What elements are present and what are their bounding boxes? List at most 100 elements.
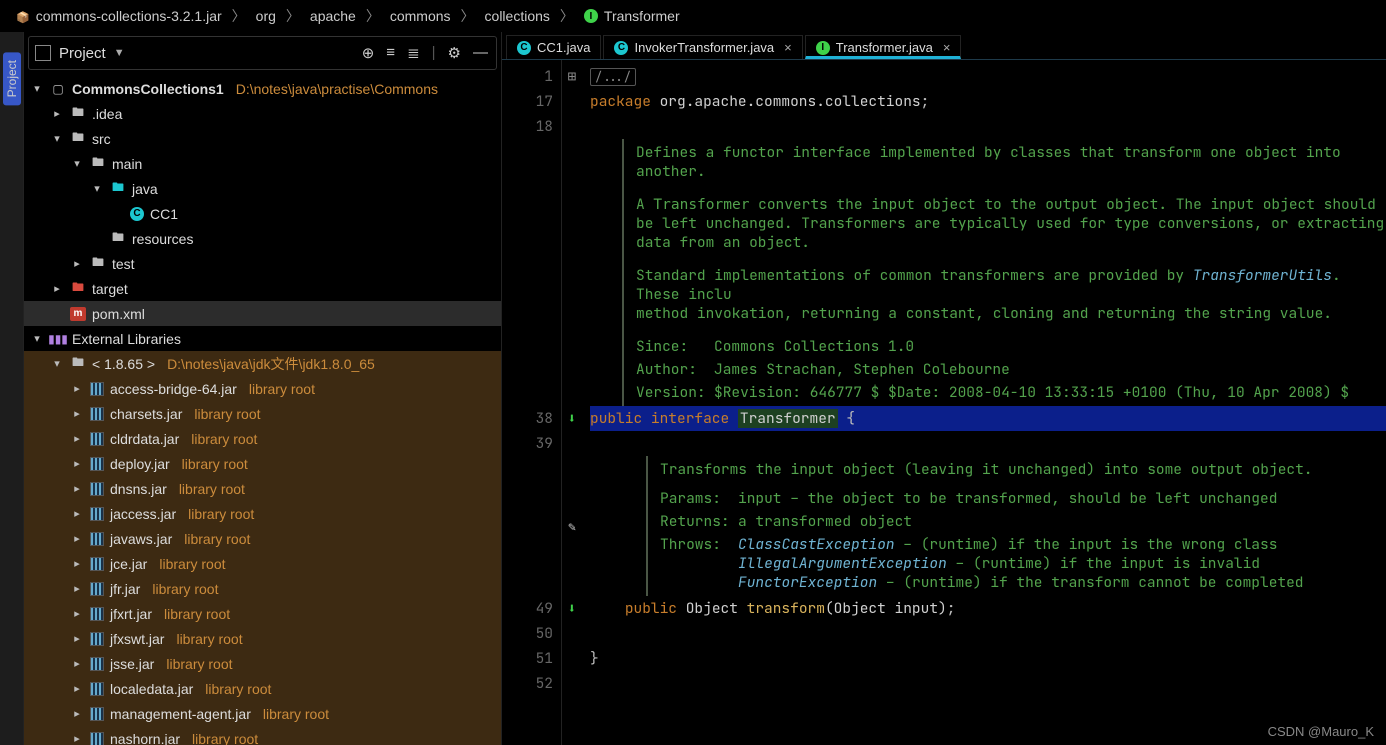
- tab-transformer[interactable]: I Transformer.java ×: [805, 35, 962, 59]
- tree-lib-jar[interactable]: ▸jfxrt.jarlibrary root: [24, 601, 501, 626]
- chevron-right-icon[interactable]: ▸: [70, 382, 84, 395]
- crumb-apache[interactable]: apache: [304, 6, 362, 26]
- chevron-right-icon[interactable]: ▸: [70, 732, 84, 745]
- chevron-down-icon[interactable]: ▾: [70, 157, 84, 170]
- library-icon: [90, 582, 104, 596]
- project-toolwindow-tab[interactable]: Project: [3, 52, 21, 105]
- chevron-right-icon: 〉: [461, 6, 475, 26]
- tree-suffix: library root: [179, 481, 245, 497]
- crumb-jar[interactable]: commons-collections-3.2.1.jar: [10, 6, 228, 26]
- chevron-right-icon[interactable]: ▸: [70, 657, 84, 670]
- doc-link[interactable]: FunctorException: [738, 573, 877, 592]
- chevron-down-icon[interactable]: ▾: [50, 132, 64, 145]
- chevron-right-icon[interactable]: ▸: [70, 457, 84, 470]
- chevron-right-icon: 〉: [366, 6, 380, 26]
- tree-folder-target[interactable]: ▸ 🖿 target: [24, 276, 501, 301]
- project-title[interactable]: Project: [59, 45, 106, 62]
- tree-lib-jar[interactable]: ▸jce.jarlibrary root: [24, 551, 501, 576]
- tree-external-libs[interactable]: ▾ ▮▮▮ External Libraries: [24, 326, 501, 351]
- doc-text: – (runtime) if the input is invalid: [947, 554, 1260, 573]
- tree-lib-jar[interactable]: ▸charsets.jarlibrary root: [24, 401, 501, 426]
- chevron-right-icon[interactable]: ▸: [70, 582, 84, 595]
- expand-all-icon[interactable]: ≡: [386, 44, 395, 62]
- close-icon[interactable]: ×: [784, 40, 792, 55]
- tree-label: javaws.jar: [110, 531, 172, 547]
- tree-folder-idea[interactable]: ▸ 🖿 .idea: [24, 101, 501, 126]
- hide-icon[interactable]: —: [473, 44, 488, 62]
- tree-jdk[interactable]: ▾ 🖿 < 1.8.65 > D:\notes\java\jdk文件\jdk1.…: [24, 351, 501, 376]
- tree-lib-jar[interactable]: ▸access-bridge-64.jarlibrary root: [24, 376, 501, 401]
- crumb-commons[interactable]: commons: [384, 6, 457, 26]
- tree-lib-jar[interactable]: ▸jfr.jarlibrary root: [24, 576, 501, 601]
- gear-icon[interactable]: ⚙: [448, 44, 461, 62]
- chevron-right-icon[interactable]: ▸: [70, 682, 84, 695]
- chevron-down-icon[interactable]: ▾: [30, 332, 44, 345]
- tree-lib-jar[interactable]: ▸dnsns.jarlibrary root: [24, 476, 501, 501]
- collapse-all-icon[interactable]: ≣: [407, 44, 420, 62]
- tree-lib-jar[interactable]: ▸deploy.jarlibrary root: [24, 451, 501, 476]
- tree-module[interactable]: ▾ ▢ CommonsCollections1 D:\notes\java\pr…: [24, 76, 501, 101]
- crumb-collections[interactable]: collections: [479, 6, 556, 26]
- tree-lib-jar[interactable]: ▸nashorn.jarlibrary root: [24, 726, 501, 745]
- line-gutter[interactable]: 11718383949505152: [502, 60, 562, 745]
- chevron-right-icon[interactable]: ▸: [70, 532, 84, 545]
- doc-link[interactable]: ClassCastException: [738, 535, 895, 554]
- chevron-right-icon[interactable]: ▸: [70, 407, 84, 420]
- chevron-right-icon[interactable]: ▸: [70, 707, 84, 720]
- locate-icon[interactable]: ⊕: [362, 44, 375, 62]
- implemented-icon[interactable]: ⬇: [568, 600, 576, 618]
- chevron-right-icon[interactable]: ▸: [50, 282, 64, 295]
- chevron-right-icon[interactable]: ▸: [70, 557, 84, 570]
- tab-label: CC1.java: [537, 40, 590, 55]
- tab-cc1[interactable]: C CC1.java: [506, 35, 601, 59]
- tree-folder-resources[interactable]: ▸ 🖿 resources: [24, 226, 501, 251]
- doc-link[interactable]: IllegalArgumentException: [738, 554, 947, 573]
- chevron-right-icon[interactable]: ▸: [70, 632, 84, 645]
- fold-ellipsis[interactable]: /.../: [590, 68, 636, 86]
- chevron-right-icon[interactable]: ▸: [50, 107, 64, 120]
- chevron-down-icon[interactable]: ▼: [114, 47, 125, 59]
- library-icon: [90, 532, 104, 546]
- tree-suffix: library root: [182, 456, 248, 472]
- close-icon[interactable]: ×: [943, 40, 951, 55]
- doc-link[interactable]: TransformerUtils: [1193, 266, 1332, 285]
- code-editor[interactable]: 11718383949505152 ⊞ ⬇ ✎ ⬇ /.../ package org…: [502, 60, 1386, 745]
- implemented-icon[interactable]: ⬇: [568, 410, 576, 428]
- tree-folder-test[interactable]: ▸ 🖿 test: [24, 251, 501, 276]
- tab-invoker[interactable]: C InvokerTransformer.java ×: [603, 35, 802, 59]
- tree-folder-main[interactable]: ▾ 🖿 main: [24, 151, 501, 176]
- library-icon: [90, 407, 104, 421]
- tree-lib-jar[interactable]: ▸management-agent.jarlibrary root: [24, 701, 501, 726]
- tree-lib-jar[interactable]: ▸cldrdata.jarlibrary root: [24, 426, 501, 451]
- tree-lib-jar[interactable]: ▸jaccess.jarlibrary root: [24, 501, 501, 526]
- tree-folder-java[interactable]: ▾ 🖿 java: [24, 176, 501, 201]
- chevron-right-icon[interactable]: ▸: [70, 432, 84, 445]
- code-content[interactable]: /.../ package org.apache.commons.collect…: [582, 60, 1386, 745]
- tree-label: jfxrt.jar: [110, 606, 152, 622]
- chevron-down-icon[interactable]: ▾: [30, 82, 44, 95]
- tree-lib-jar[interactable]: ▸localedata.jarlibrary root: [24, 676, 501, 701]
- gutter-marks[interactable]: ⊞ ⬇ ✎ ⬇: [562, 60, 582, 745]
- chevron-down-icon[interactable]: ▾: [50, 357, 64, 370]
- tree-folder-src[interactable]: ▾ 🖿 src: [24, 126, 501, 151]
- tree-lib-jar[interactable]: ▸javaws.jarlibrary root: [24, 526, 501, 551]
- tree-suffix: library root: [176, 631, 242, 647]
- chevron-right-icon[interactable]: ▸: [70, 507, 84, 520]
- tree-lib-jar[interactable]: ▸jfxswt.jarlibrary root: [24, 626, 501, 651]
- chevron-right-icon[interactable]: ▸: [70, 482, 84, 495]
- class-icon: C: [614, 41, 628, 55]
- tree-lib-jar[interactable]: ▸jsse.jarlibrary root: [24, 651, 501, 676]
- crumb-org[interactable]: org: [250, 6, 282, 26]
- doc-line: Defines a functor interface implemented …: [636, 143, 1386, 181]
- maven-icon: m: [70, 307, 86, 321]
- tree-file-pom[interactable]: ▸ m pom.xml: [24, 301, 501, 326]
- chevron-right-icon[interactable]: ▸: [70, 607, 84, 620]
- fold-icon[interactable]: ⊞: [568, 67, 577, 86]
- project-tree[interactable]: ▾ ▢ CommonsCollections1 D:\notes\java\pr…: [24, 74, 501, 745]
- doc-tag-value: a transformed object: [738, 512, 1386, 531]
- crumb-interface[interactable]: I Transformer: [578, 6, 686, 26]
- edit-icon[interactable]: ✎: [568, 518, 576, 535]
- tree-class-cc1[interactable]: ▸ C CC1: [24, 201, 501, 226]
- chevron-down-icon[interactable]: ▾: [90, 182, 104, 195]
- chevron-right-icon[interactable]: ▸: [70, 257, 84, 270]
